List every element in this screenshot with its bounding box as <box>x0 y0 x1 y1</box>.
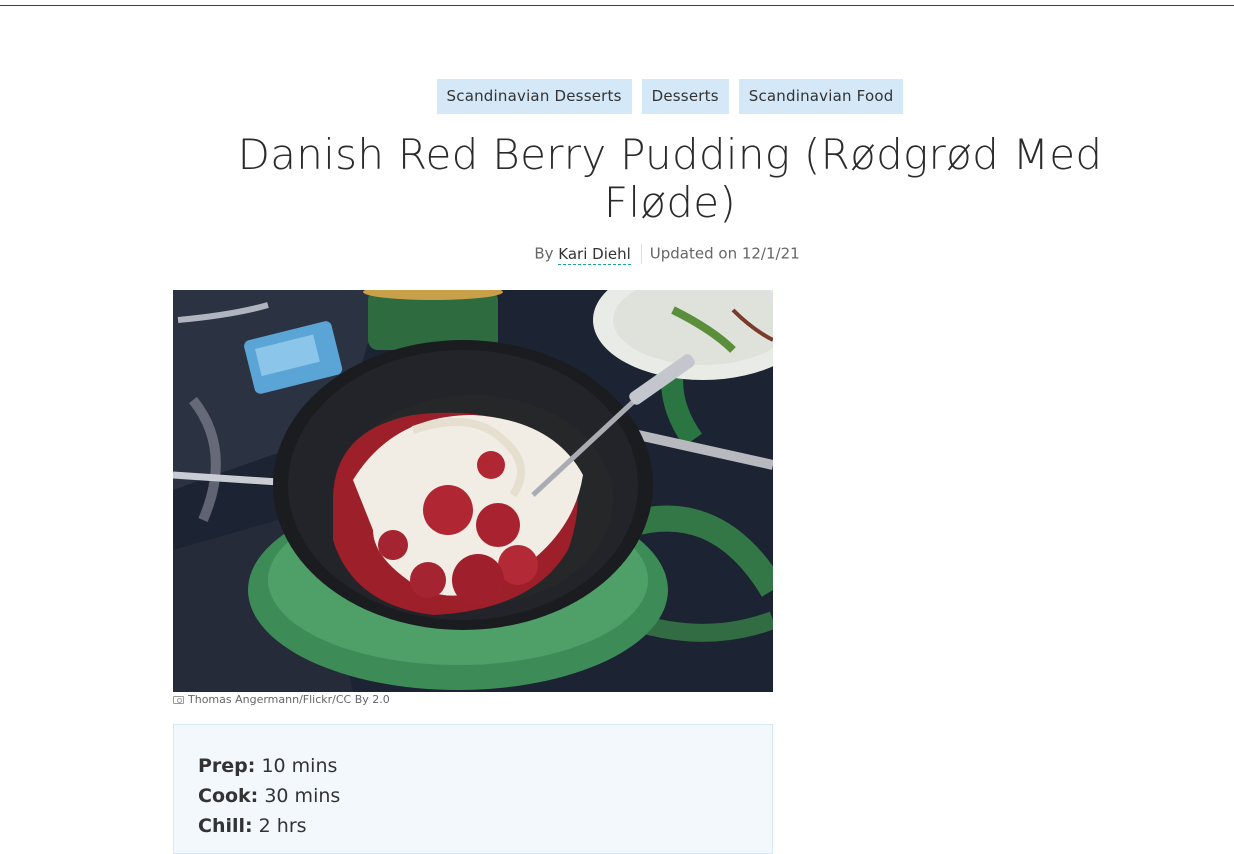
photo-credit: Thomas Angermann/Flickr/CC By 2.0 <box>173 693 390 706</box>
tag-desserts[interactable]: Desserts <box>641 79 729 114</box>
chill-label: Chill: <box>198 815 253 837</box>
tag-scandinavian-desserts[interactable]: Scandinavian Desserts <box>436 79 632 114</box>
recipe-photo <box>173 290 773 692</box>
chill-value: 2 hrs <box>258 815 307 837</box>
photo-credit-text: Thomas Angermann/Flickr/CC By 2.0 <box>188 693 390 706</box>
chill-time: Chill: 2 hrs <box>198 811 748 841</box>
tag-scandinavian-food[interactable]: Scandinavian Food <box>738 79 904 114</box>
prep-time: Prep: 10 mins <box>198 751 748 781</box>
byline-prefix: By <box>534 244 554 263</box>
header-divider <box>0 5 1234 6</box>
recipe-meta-box: Prep: 10 mins Cook: 30 mins Chill: 2 hrs <box>173 724 773 854</box>
cook-value: 30 mins <box>264 785 341 807</box>
author-link[interactable]: Kari Diehl <box>558 244 631 265</box>
byline: By Kari Diehl Updated on 12/1/21 <box>0 244 1234 265</box>
prep-label: Prep: <box>198 755 256 777</box>
updated-date: Updated on 12/1/21 <box>649 244 800 263</box>
prep-value: 10 mins <box>261 755 338 777</box>
camera-icon <box>173 695 184 704</box>
page-title: Danish Red Berry Pudding (Rødgrød Med Fl… <box>237 130 1103 227</box>
byline-divider <box>640 244 642 264</box>
cook-time: Cook: 30 mins <box>198 781 748 811</box>
cook-label: Cook: <box>198 785 259 807</box>
category-tags: Scandinavian Desserts Desserts Scandinav… <box>0 79 1234 114</box>
